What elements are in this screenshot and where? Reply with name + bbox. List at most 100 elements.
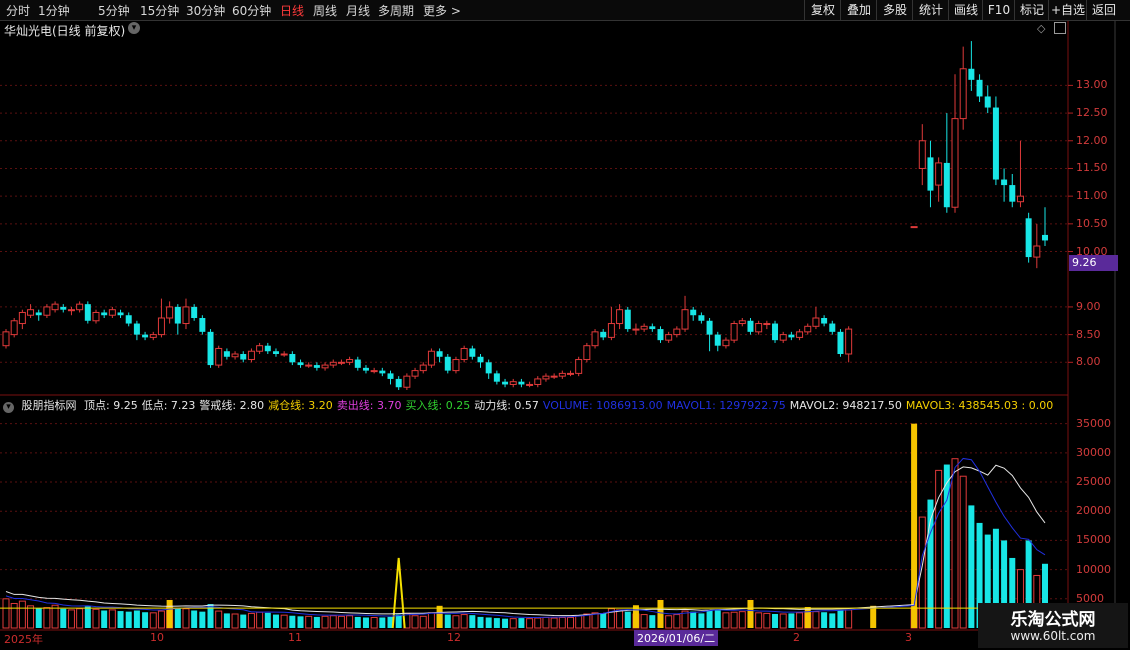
candle-body-down <box>60 306 67 310</box>
indicator-value-8: MAVOL1: 1297922.75 <box>666 399 786 412</box>
volume-bar-up <box>542 616 550 629</box>
volume-tick-label: 35000 <box>1076 416 1111 430</box>
candle-body-up <box>18 311 26 325</box>
volume-bar-up <box>763 612 771 629</box>
candle-body-down <box>518 381 525 385</box>
volume-bar-down <box>943 464 950 628</box>
volume-bar-up <box>640 614 648 629</box>
signal-bar <box>747 599 754 628</box>
volume-bar-up <box>779 613 787 629</box>
candle-body-up <box>910 226 918 229</box>
candle-body-down <box>272 351 279 354</box>
volume-bar-down <box>706 610 713 628</box>
volume-bar-up <box>76 608 84 629</box>
volume-bar-down <box>690 611 697 628</box>
volume-bar-up <box>231 613 239 629</box>
candle-body-up <box>51 303 59 311</box>
candle-body-down <box>927 157 934 191</box>
volume-bar-down <box>362 617 369 628</box>
volume-bar-up <box>738 611 746 629</box>
signal-bar <box>436 605 443 628</box>
volume-tick-label: 25000 <box>1076 475 1111 489</box>
candle-body-down <box>133 323 140 335</box>
candle-body-down <box>264 345 271 352</box>
candle-body-up <box>329 361 337 366</box>
candle-body-down <box>821 318 828 324</box>
candle-body-up <box>2 331 10 347</box>
volume-bar-down <box>379 617 386 628</box>
volume-bar-up <box>452 615 460 629</box>
candle-body-up <box>215 347 223 366</box>
volume-bar-down <box>142 612 149 628</box>
signal-bar <box>804 606 811 628</box>
candle-body-down <box>354 359 361 368</box>
volume-bar-down <box>444 614 451 628</box>
candle-body-up <box>918 140 926 169</box>
candle-body-up <box>779 334 787 341</box>
candle-body-up <box>722 339 730 347</box>
indicator-value-1: 低点: 7.23 <box>141 399 196 412</box>
candle-body-up <box>542 375 550 380</box>
candle-body-up <box>337 361 345 364</box>
candle-body-down <box>657 329 664 341</box>
volume-bar-down <box>837 610 844 628</box>
volume-bar-up <box>108 609 116 629</box>
candle-body-up <box>231 353 239 358</box>
candle-body-down <box>1025 218 1032 258</box>
volume-bar-down <box>485 617 492 628</box>
candle-body-up <box>755 323 763 333</box>
candle-body-up <box>27 309 35 316</box>
price-tick-label: 8.50 <box>1076 327 1101 341</box>
date-label-nov: 11 <box>288 631 302 644</box>
candle-body-down <box>502 381 509 385</box>
price-tick-label: 11.00 <box>1076 189 1108 203</box>
right-info-strip <box>1115 21 1130 401</box>
candle-body-up <box>591 331 599 347</box>
volume-bar-up <box>305 615 313 629</box>
price-tick-label: 12.50 <box>1076 106 1108 120</box>
candle-body-down <box>142 334 149 338</box>
volume-bar-down <box>714 610 721 628</box>
volume-bar-down <box>772 613 779 628</box>
volume-bar-down <box>297 616 304 628</box>
indicator-chevron-icon[interactable]: ▾ <box>3 402 14 413</box>
candle-body-down <box>444 356 451 371</box>
volume-bar-down <box>60 608 67 628</box>
volume-bar-down <box>125 611 132 628</box>
volume-bar-up <box>10 602 18 629</box>
volume-bar-up <box>812 611 820 629</box>
candle-body-up <box>10 320 18 336</box>
indicator-value-2: 警戒线: 2.80 <box>199 399 265 412</box>
volume-bar-down <box>624 611 631 628</box>
candle-body-down <box>600 331 607 338</box>
volume-bar-up <box>411 615 419 629</box>
volume-bar-down <box>698 613 705 628</box>
candle-body-up <box>730 323 738 341</box>
watermark-title: 乐淘公式网 <box>1010 610 1096 630</box>
candle-body-down <box>747 320 754 332</box>
candle-body-up <box>632 328 640 331</box>
volume-bar-down <box>313 616 320 628</box>
candle-body-down <box>101 312 108 316</box>
candle-body-down <box>1009 185 1016 202</box>
date-label-oct: 10 <box>150 631 164 644</box>
candle-body-down <box>395 378 402 388</box>
indicator-value-6: 动力线: 0.57 <box>474 399 539 412</box>
indicator-name[interactable]: 股朋指标网 <box>22 399 77 412</box>
current-price-tag: 9.26 <box>1069 255 1118 271</box>
price-tick-label: 11.50 <box>1076 161 1108 175</box>
volume-bar-down <box>968 505 975 628</box>
candle-body-down <box>1042 234 1048 241</box>
kline-chart[interactable] <box>0 0 1130 650</box>
volume-bar-up <box>337 615 345 629</box>
volume-bar-down <box>354 616 361 628</box>
volume-bar-down <box>600 613 607 628</box>
volume-bar-up <box>256 611 264 629</box>
candle-body-down <box>117 312 124 316</box>
candle-body-down <box>649 326 656 330</box>
candle-body-up <box>566 372 574 375</box>
volume-bar-up <box>182 608 190 629</box>
candle-body-down <box>1001 179 1008 186</box>
candle-body-up <box>247 350 255 361</box>
volume-bar-down <box>264 612 271 628</box>
